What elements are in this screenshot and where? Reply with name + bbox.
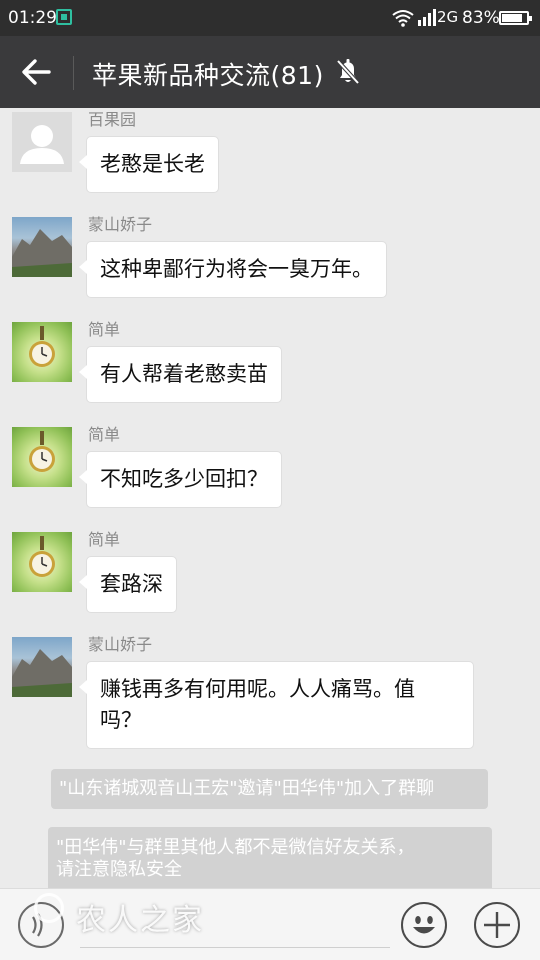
- cell-signal-icon: [418, 9, 436, 26]
- clock-photo-avatar[interactable]: [12, 427, 72, 487]
- plus-icon: [484, 912, 510, 938]
- chat-header: 苹果新品种交流(81): [0, 36, 540, 108]
- sender-name: 简单: [88, 320, 121, 339]
- message-bubble[interactable]: 套路深: [79, 556, 177, 613]
- battery-percent: 83%: [462, 8, 500, 28]
- battery-fill: [502, 14, 522, 22]
- watermark-logo: [34, 893, 64, 923]
- bell-off-icon: [336, 59, 360, 85]
- mountain-photo-avatar[interactable]: [12, 637, 72, 697]
- network-type: 2G: [437, 8, 459, 26]
- sender-name: 简单: [88, 530, 121, 549]
- message-bubble[interactable]: 老憨是长老: [79, 136, 219, 193]
- status-time: 01:29: [8, 8, 57, 28]
- mountain-graphic: [12, 649, 72, 697]
- clock-photo-avatar[interactable]: [12, 322, 72, 382]
- system-notice-text: 请注意隐私安全: [56, 859, 182, 880]
- default-person-avatar[interactable]: [12, 112, 72, 172]
- plus-button[interactable]: [474, 902, 520, 948]
- system-notice-text: "山东诸城观音山王宏"邀请"田华伟"加入了群聊: [59, 778, 435, 799]
- clock-graphic: [29, 326, 55, 367]
- system-notice: "田华伟"与群里其他人都不是微信好友关系， 请注意隐私安全: [48, 827, 492, 888]
- message-input[interactable]: [80, 947, 390, 948]
- system-notice: "山东诸城观音山王宏"邀请"田华伟"加入了群聊: [51, 769, 488, 809]
- screenshot-app-icon: [56, 9, 72, 25]
- sender-name: 蒙山娇子: [88, 215, 153, 234]
- watermark-text: 农人之家: [76, 903, 204, 938]
- status-bar: 01:29 2G 83%: [0, 0, 540, 36]
- header-divider: [73, 56, 74, 90]
- sender-name: 简单: [88, 425, 121, 444]
- input-bar: 农人之家: [0, 888, 540, 960]
- mountain-photo-avatar[interactable]: [12, 217, 72, 277]
- smiley-icon: [413, 916, 435, 934]
- chat-title[interactable]: 苹果新品种交流(81): [92, 56, 324, 92]
- wifi-icon: [392, 10, 414, 27]
- person-silhouette-icon: [20, 125, 64, 164]
- mountain-graphic: [12, 229, 72, 277]
- system-notice-text: "田华伟"与群里其他人都不是微信好友关系，: [56, 837, 415, 858]
- clock-graphic: [29, 431, 55, 472]
- message-bubble[interactable]: 赚钱再多有何用呢。人人痛骂。值 吗？: [79, 661, 474, 749]
- clock-photo-avatar[interactable]: [12, 532, 72, 592]
- sender-name: 百果园: [88, 110, 137, 129]
- message-list[interactable]: 百果园 老憨是长老 蒙山娇子 这种卑鄙行为将会一臭万年。 简单 有人帮着老憨卖苗: [0, 108, 540, 888]
- back-button[interactable]: [18, 54, 54, 90]
- message-bubble[interactable]: 有人帮着老憨卖苗: [79, 346, 282, 403]
- message-text-line: 吗？: [100, 708, 142, 732]
- clock-graphic: [29, 536, 55, 577]
- message-bubble[interactable]: 不知吃多少回扣？: [79, 451, 282, 508]
- sender-name: 蒙山娇子: [88, 635, 153, 654]
- message-bubble[interactable]: 这种卑鄙行为将会一臭万年。: [79, 241, 387, 298]
- battery-icon: [499, 11, 532, 25]
- message-text-line: 赚钱再多有何用呢。人人痛骂。值: [100, 677, 415, 701]
- emoji-button[interactable]: [401, 902, 447, 948]
